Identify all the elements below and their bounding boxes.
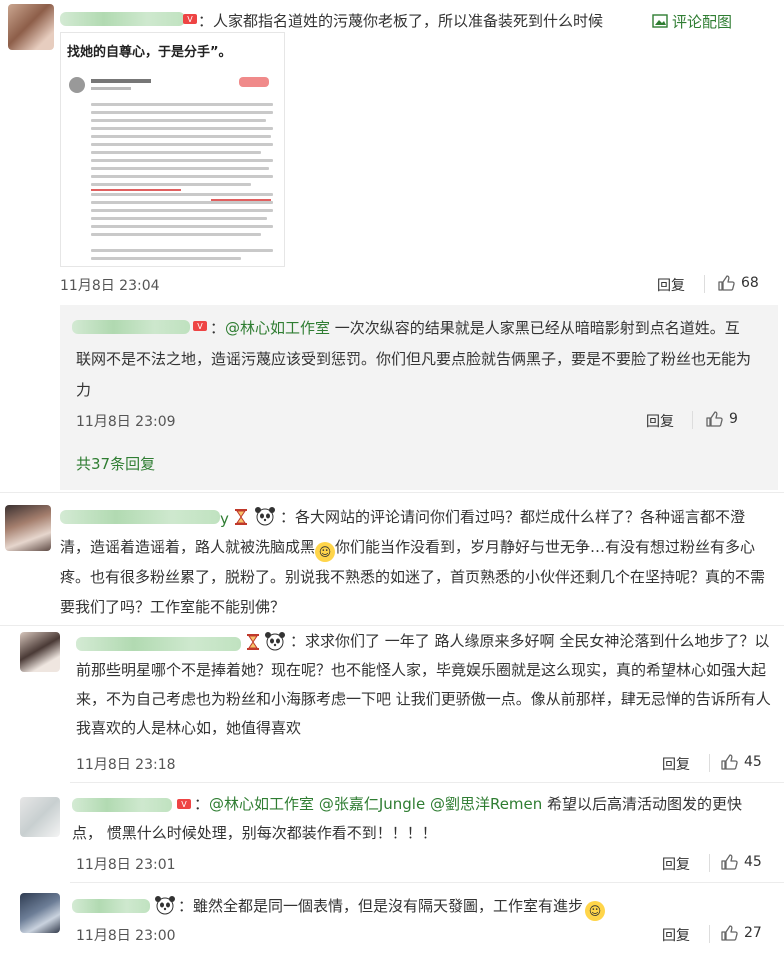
reply-button[interactable]: 回复 [662, 854, 690, 874]
comment-text: ：求求你们了 一年了 路人缘原来多好啊 全民女神沦落到什么地步了？以前那些明星哪… [76, 632, 771, 737]
username-blurred[interactable] [72, 899, 150, 913]
mention-link[interactable]: @林心如工作室 [209, 795, 314, 813]
thumb-up-icon [721, 754, 738, 770]
smile-emoji-icon: ☺ [315, 542, 336, 562]
avatar[interactable] [5, 505, 51, 551]
avatar[interactable] [8, 4, 54, 50]
smile-emoji-icon: ☺ [585, 901, 606, 921]
like-button[interactable]: 27 [720, 924, 762, 942]
comment-text: ：各大网站的评论请问你们看过吗？都烂成什么样了？各种谣言都不澄清，造谣着造谣着，… [60, 508, 766, 616]
panda-icon [155, 896, 175, 915]
reply-button[interactable]: 回复 [646, 411, 674, 431]
subreply-time: 11月8日 23:09 [76, 414, 176, 430]
image-icon [652, 14, 668, 28]
like-button[interactable]: 9 [705, 410, 738, 428]
thumb-up-icon [718, 275, 735, 291]
thumb-up-icon [721, 854, 738, 870]
comment-image-thumbnail[interactable]: 找她的自尊心，于是分手”。 [60, 32, 285, 267]
like-count: 68 [741, 275, 759, 291]
comment-text: ：@林心如工作室 @张嘉仁Jungle @劉思洋Remen 希望以后高清活动图发… [72, 795, 743, 842]
like-count: 45 [744, 754, 762, 770]
mention-link[interactable]: @林心如工作室 [225, 319, 330, 337]
like-count: 45 [744, 854, 762, 870]
like-button[interactable]: 68 [717, 274, 759, 292]
more-replies-link[interactable]: 共37条回复 [76, 453, 155, 474]
view-image-link[interactable]: 评论配图 [652, 6, 732, 36]
avatar[interactable] [20, 632, 60, 672]
reply-button[interactable]: 回复 [662, 754, 690, 774]
avatar[interactable] [20, 893, 60, 933]
like-button[interactable]: 45 [720, 753, 762, 771]
svg-text:V: V [187, 15, 193, 24]
subreply-text: ：@林心如工作室 一次次纵容的结果就是人家黑已经从暗暗影射到点名道姓。互联网不是… [76, 319, 752, 399]
like-button[interactable]: 45 [720, 853, 762, 871]
reply-button[interactable]: 回复 [662, 925, 690, 945]
comment-time: 11月8日 23:18 [76, 757, 176, 773]
comment-time: 11月8日 23:01 [76, 857, 176, 873]
reply-button[interactable]: 回复 [657, 275, 685, 295]
mention-link[interactable]: @劉思洋Remen [430, 795, 542, 813]
member-badge-icon: V [183, 14, 197, 24]
like-count: 27 [744, 925, 762, 941]
like-count: 9 [729, 411, 738, 427]
comment-text: ：雖然全都是同一個表情，但是沒有隔天發圖，工作室有進步 ☺ [178, 891, 606, 921]
avatar[interactable] [20, 797, 60, 837]
image-caption: 找她的自尊心，于是分手”。 [67, 45, 232, 60]
comment-time: 11月8日 23:04 [60, 278, 160, 294]
thumb-up-icon [706, 411, 723, 427]
mention-link[interactable]: @张嘉仁Jungle [319, 795, 425, 813]
thumb-up-icon [721, 925, 738, 941]
comment-time: 11月8日 23:00 [76, 928, 176, 944]
username-blurred[interactable] [60, 12, 185, 26]
